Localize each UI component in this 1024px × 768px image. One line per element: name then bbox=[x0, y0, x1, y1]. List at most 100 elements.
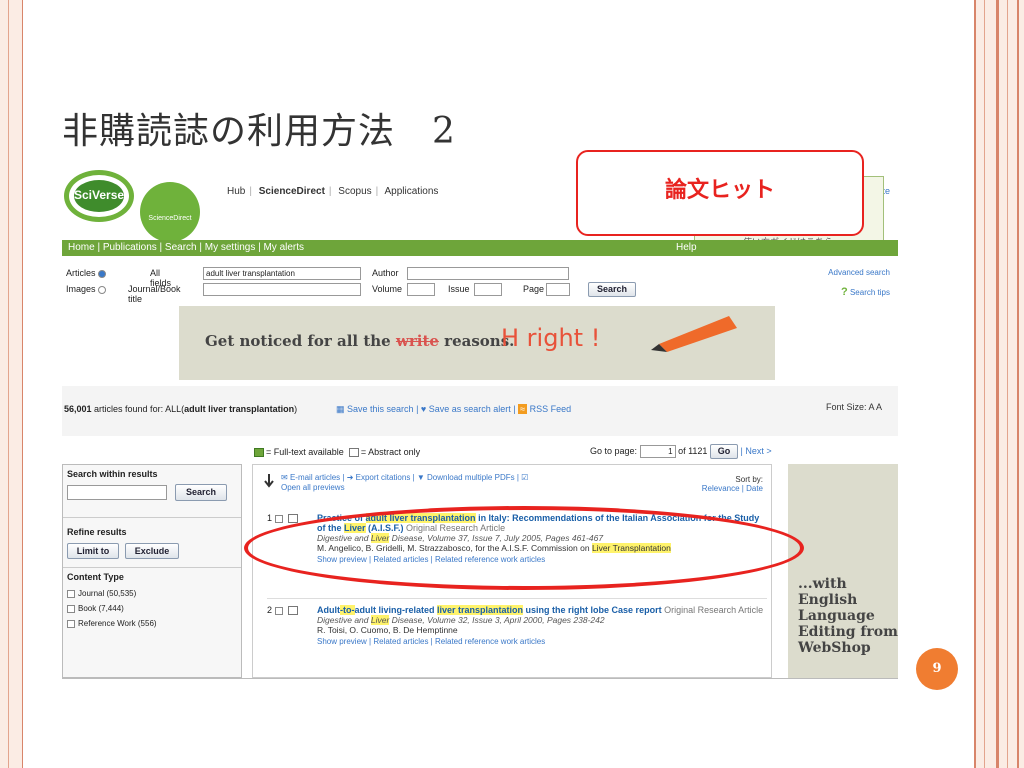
sort-options[interactable]: Relevance | Date bbox=[702, 484, 763, 493]
journal-label: Journal/Book title bbox=[128, 284, 181, 304]
banner-text: Get noticed for all the write reasons. bbox=[205, 332, 514, 350]
content-type-reference[interactable]: Reference Work (556) bbox=[63, 616, 241, 631]
article-type: Original Research Article bbox=[664, 605, 764, 615]
page-number-badge: 9 bbox=[916, 648, 958, 690]
font-size-control[interactable]: Font Size: A A bbox=[826, 402, 882, 412]
sciverse-logo[interactable]: SciVerse bbox=[64, 170, 134, 222]
email-articles-link[interactable]: ✉ E-mail articles bbox=[281, 473, 340, 482]
result-controls: 2 bbox=[267, 605, 315, 616]
go-to-page-label: Go to page: bbox=[590, 446, 638, 456]
rss-link[interactable]: ≈ RSS Feed bbox=[518, 404, 571, 414]
articles-radio[interactable]: Articles bbox=[66, 268, 109, 278]
title-highlight: -to- bbox=[340, 605, 355, 615]
images-radio[interactable]: Images bbox=[66, 284, 109, 294]
author-input[interactable] bbox=[407, 267, 569, 280]
rss-icon: ≈ bbox=[518, 404, 528, 414]
source-part: Disease, Volume 32, Issue 3, April 2000,… bbox=[389, 615, 605, 625]
search-within-input[interactable] bbox=[67, 485, 167, 500]
exclude-button[interactable]: Exclude bbox=[125, 543, 179, 559]
result-source: Digestive and Liver Disease, Volume 32, … bbox=[317, 615, 767, 625]
authors-part: R. Toisi, O. Cuomo, B. De Hemptinne bbox=[317, 625, 458, 635]
nav-hub[interactable]: Hub bbox=[227, 186, 245, 197]
abstract-icon bbox=[288, 606, 299, 616]
articles-label: Articles bbox=[66, 268, 96, 278]
content-type-heading: Content Type bbox=[63, 567, 241, 586]
content-type-label: Journal (50,535) bbox=[78, 589, 137, 598]
page-total: of 1121 bbox=[678, 446, 708, 456]
callout-box: 論文ヒット bbox=[576, 150, 864, 236]
result-title[interactable]: Adult-to-adult living-related liver tran… bbox=[317, 605, 767, 615]
sciencedirect-logo[interactable]: ScienceDirect bbox=[140, 182, 200, 242]
nav-sciencedirect[interactable]: ScienceDirect bbox=[259, 186, 325, 197]
save-search-link[interactable]: ▦ Save this search bbox=[336, 404, 414, 414]
results-count: 56,001 articles found for: ALL(adult liv… bbox=[64, 404, 297, 414]
banner-handwriting: H right ! bbox=[501, 324, 601, 352]
title-part: Adult bbox=[317, 605, 340, 615]
limit-to-button[interactable]: Limit to bbox=[67, 543, 119, 559]
sidebar: Search within results Search Refine resu… bbox=[62, 464, 242, 678]
result-number: 1 bbox=[267, 513, 273, 523]
content-type-journal[interactable]: Journal (50,535) bbox=[63, 586, 241, 601]
page-label: Page bbox=[523, 284, 545, 294]
pager: Go to page: 1 of 1121 Go | Next > bbox=[590, 444, 772, 459]
download-pdfs-label: Download multiple PDFs bbox=[427, 473, 515, 482]
advanced-search-link[interactable]: Advanced search bbox=[828, 268, 890, 277]
refine-buttons: Limit to Exclude bbox=[63, 541, 241, 563]
pencil-icon bbox=[651, 316, 737, 352]
slide-title: 非購読誌の利用方法 2 bbox=[62, 111, 456, 152]
search-tips-link[interactable]: ? Search tips bbox=[841, 286, 890, 298]
search-button[interactable]: Search bbox=[588, 282, 636, 297]
next-link[interactable]: | Next > bbox=[740, 446, 771, 456]
refine-heading: Refine results bbox=[67, 527, 127, 537]
journal-input[interactable] bbox=[203, 283, 361, 296]
ad-banner[interactable]: Get noticed for all the write reasons. H… bbox=[179, 306, 775, 380]
slide-left-border bbox=[0, 0, 23, 768]
result-authors: R. Toisi, O. Cuomo, B. De Hemptinne bbox=[317, 625, 767, 635]
export-citations-link[interactable]: ➜ Export citations bbox=[347, 473, 411, 482]
legend: = Full-text available = Abstract only bbox=[254, 447, 421, 458]
save-alert-link[interactable]: ♥ Save as search alert bbox=[421, 404, 511, 414]
abstract-icon bbox=[288, 514, 299, 524]
legend-abstract: = Abstract only bbox=[360, 447, 421, 457]
nav-scopus[interactable]: Scopus bbox=[338, 186, 371, 197]
help-link[interactable]: Help bbox=[676, 240, 697, 256]
question-icon: ? bbox=[841, 286, 848, 298]
save-alert-label: Save as search alert bbox=[428, 404, 511, 414]
page-input[interactable] bbox=[546, 283, 570, 296]
images-label: Images bbox=[66, 284, 96, 294]
slide-right-border bbox=[974, 0, 1024, 768]
content-type-book[interactable]: Book (7,444) bbox=[63, 601, 241, 616]
download-pdfs-link[interactable]: ▼ Download multiple PDFs bbox=[417, 473, 515, 482]
checkbox-icon bbox=[67, 604, 75, 613]
count-close: ) bbox=[294, 404, 298, 414]
result-links[interactable]: Show preview | Related articles | Relate… bbox=[317, 637, 767, 646]
issue-input[interactable] bbox=[474, 283, 502, 296]
title-part: adult living-related bbox=[354, 605, 438, 615]
search-actions: ▦ Save this search | ♥ Save as search al… bbox=[336, 404, 572, 414]
search-within-row: Search bbox=[63, 483, 241, 507]
volume-input[interactable] bbox=[407, 283, 435, 296]
source-highlight: Liver bbox=[370, 615, 390, 625]
side-ad[interactable]: ...with English Language Editing from We… bbox=[788, 464, 898, 678]
main-nav-items[interactable]: Home | Publications | Search | My settin… bbox=[68, 242, 304, 253]
main-nav-bar: Home | Publications | Search | My settin… bbox=[62, 240, 898, 256]
count-number: 56,001 bbox=[64, 404, 92, 414]
result-number: 2 bbox=[267, 605, 273, 615]
nav-applications[interactable]: Applications bbox=[385, 186, 439, 197]
checkbox-icon bbox=[67, 619, 75, 628]
screenshot-sciencedirect: SciVerse ScienceDirect Hub | ScienceDirec… bbox=[62, 168, 898, 679]
page-number-input[interactable]: 1 bbox=[639, 445, 676, 458]
sort-label: Sort by: bbox=[735, 475, 763, 484]
result-checkbox[interactable] bbox=[274, 514, 283, 523]
go-button[interactable]: Go bbox=[709, 444, 738, 459]
search-form: Articles All fields adult liver transpla… bbox=[62, 264, 898, 304]
banner-strike: write bbox=[395, 332, 439, 350]
radio-icon bbox=[98, 269, 107, 278]
open-all-previews-link[interactable]: Open all previews bbox=[281, 483, 528, 492]
rss-label: RSS Feed bbox=[529, 404, 572, 414]
arrow-icon bbox=[264, 474, 274, 488]
email-articles-label: E-mail articles bbox=[289, 473, 341, 482]
search-within-button[interactable]: Search bbox=[175, 484, 227, 501]
result-checkbox[interactable] bbox=[274, 606, 283, 615]
all-fields-input[interactable]: adult liver transplantation bbox=[203, 267, 361, 280]
